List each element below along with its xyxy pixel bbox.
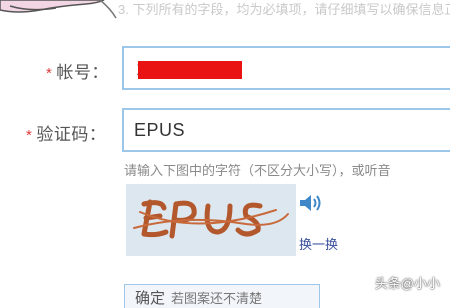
captcha-glyphs (126, 184, 296, 256)
captcha-image (126, 184, 296, 256)
captcha-input-value: EPUS (134, 120, 186, 140)
speaker-icon[interactable] (298, 192, 324, 214)
captcha-label: * 验证码： (26, 120, 106, 145)
account-input[interactable]: 1 (122, 46, 450, 90)
required-mark: * (26, 127, 33, 144)
corner-illustration (0, 0, 117, 19)
watermark: 头条@小小 (374, 276, 440, 291)
captcha-label-text: 验证码： (36, 125, 107, 144)
form-instruction-text: 3. 下列所有的字段，均为必填项，请仔细填写以确保信息正确 (118, 2, 450, 17)
account-redaction-bar (138, 61, 242, 79)
confirm-button-trailing-text: 若图案还不清楚 (171, 291, 263, 306)
captcha-input[interactable]: EPUS (122, 108, 450, 152)
confirm-button-label: 确定 (135, 290, 166, 307)
account-label: * 帐号： (46, 58, 109, 83)
account-label-text: 帐号： (56, 63, 109, 82)
captcha-hint: 请输入下图中的字符（不区分大小写），或听音 (124, 163, 391, 178)
required-mark: * (46, 65, 53, 82)
refresh-captcha-link[interactable]: 换一换 (299, 234, 338, 253)
confirm-button[interactable]: 确定 若图案还不清楚 (124, 284, 320, 308)
